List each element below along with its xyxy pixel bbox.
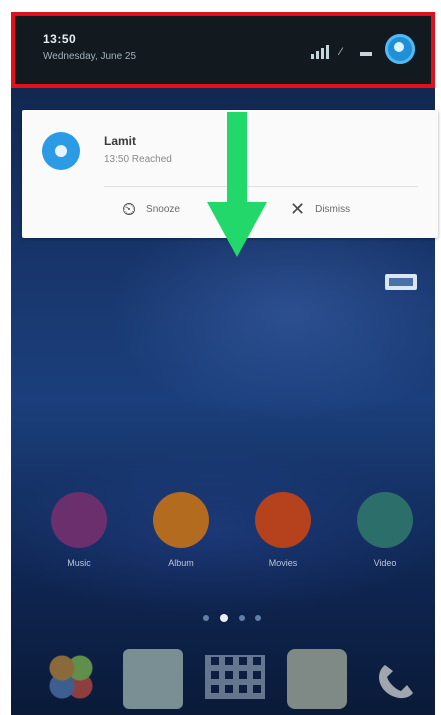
album-app[interactable] bbox=[153, 492, 209, 548]
home-screen: 13:50 Wednesday, June 25 ⁄ Lamit 13:50 R… bbox=[11, 12, 438, 715]
snooze-button[interactable]: ⏲ Snooze bbox=[122, 194, 180, 224]
page-indicator bbox=[203, 614, 261, 622]
movies-app[interactable] bbox=[255, 492, 311, 548]
notification-title: Lamit bbox=[104, 134, 137, 148]
dock-grid-icon[interactable] bbox=[205, 655, 265, 699]
app-icon bbox=[42, 132, 80, 170]
app-row: Music Album Movies Video bbox=[11, 492, 441, 592]
status-time: 13:50 bbox=[43, 32, 77, 46]
dock-camera-icon[interactable] bbox=[123, 649, 183, 709]
dock bbox=[11, 637, 441, 715]
status-date: Wednesday, June 25 bbox=[43, 51, 137, 62]
music-app[interactable] bbox=[51, 492, 107, 548]
snooze-icon: ⏲ bbox=[122, 198, 137, 219]
battery-icon bbox=[360, 52, 372, 56]
dismiss-icon: ✕ bbox=[290, 198, 306, 219]
dock-messages-icon[interactable] bbox=[287, 649, 347, 709]
signal-icon bbox=[311, 45, 329, 59]
snooze-label: Snooze bbox=[146, 203, 180, 215]
avatar-icon[interactable] bbox=[385, 34, 415, 64]
dock-apps-icon[interactable] bbox=[41, 647, 101, 707]
video-label: Video bbox=[373, 558, 397, 568]
dismiss-label: Dismiss bbox=[315, 203, 351, 215]
dismiss-button[interactable]: ✕ Dismiss bbox=[290, 194, 350, 224]
widget-icon[interactable] bbox=[383, 270, 423, 294]
music-label: Music bbox=[67, 558, 91, 568]
swipe-down-arrow-icon bbox=[207, 112, 267, 257]
status-bar[interactable]: 13:50 Wednesday, June 25 ⁄ bbox=[11, 12, 435, 88]
screenshot: 13:50 Wednesday, June 25 ⁄ Lamit 13:50 R… bbox=[0, 0, 441, 715]
album-label: Album bbox=[168, 558, 194, 568]
wifi-icon: ⁄ bbox=[340, 46, 342, 58]
dock-phone-icon[interactable] bbox=[367, 647, 427, 707]
video-app[interactable] bbox=[357, 492, 413, 548]
notification-subtitle: 13:50 Reached bbox=[104, 154, 172, 165]
movies-label: Movies bbox=[268, 558, 298, 568]
